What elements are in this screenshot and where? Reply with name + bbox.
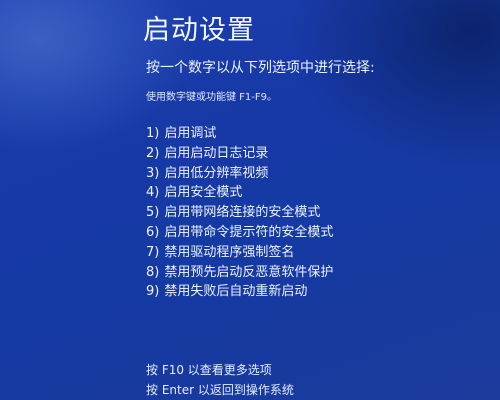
page-title: 启动设置 [143,15,255,46]
footer-instructions: 按 F10 以查看更多选项 按 Enter 以返回到操作系统 [146,360,294,400]
option-enable-safe-mode-networking[interactable]: 5) 启用带网络连接的安全模式 [146,203,333,223]
option-disable-early-launch-anti-malware[interactable]: 8) 禁用预先启动反恶意软件保护 [146,263,333,283]
startup-settings-screen: 启动设置 按一个数字以从下列选项中进行选择: 使用数字键或功能键 F1-F9。 … [0,0,500,400]
return-to-os-prompt[interactable]: 按 Enter 以返回到操作系统 [146,380,294,400]
option-number: 8) [146,264,160,280]
option-enable-debugging[interactable]: 1) 启用调试 [146,124,333,144]
option-label: 启用安全模式 [164,185,243,201]
option-label: 启用带命令提示符的安全模式 [164,224,334,240]
option-number: 9) [146,284,160,300]
option-number: 1) [146,126,160,141]
option-number: 5) [146,205,160,221]
option-number: 7) [146,244,160,260]
option-number: 3) [146,165,160,181]
option-label: 禁用失败后自动重新启动 [164,284,308,300]
option-label: 启用调试 [164,126,217,141]
option-label: 启用启动日志记录 [164,145,269,161]
option-enable-safe-mode-command-prompt[interactable]: 6) 启用带命令提示符的安全模式 [146,223,333,243]
option-number: 4) [146,185,160,201]
option-enable-low-resolution-video[interactable]: 3) 启用低分辨率视频 [146,164,333,184]
option-number: 6) [146,224,160,240]
hint-text: 使用数字键或功能键 F1-F9。 [146,92,278,103]
option-label: 禁用预先启动反恶意软件保护 [164,264,334,280]
startup-options-list: 1) 启用调试 2) 启用启动日志记录 3) 启用低分辨率视频 4) 启用安全模式 5)… [146,124,333,302]
option-label: 启用带网络连接的安全模式 [164,205,321,221]
option-disable-auto-restart-on-failure[interactable]: 9) 禁用失败后自动重新启动 [146,282,333,302]
option-label: 启用低分辨率视频 [164,165,269,181]
option-enable-boot-logging[interactable]: 2) 启用启动日志记录 [146,144,333,164]
option-enable-safe-mode[interactable]: 4) 启用安全模式 [146,183,333,203]
option-label: 禁用驱动程序强制签名 [164,244,295,260]
option-number: 2) [146,145,160,161]
option-disable-driver-signature-enforcement[interactable]: 7) 禁用驱动程序强制签名 [146,243,333,263]
more-options-prompt[interactable]: 按 F10 以查看更多选项 [146,360,294,380]
instruction-text: 按一个数字以从下列选项中进行选择: [146,60,375,76]
